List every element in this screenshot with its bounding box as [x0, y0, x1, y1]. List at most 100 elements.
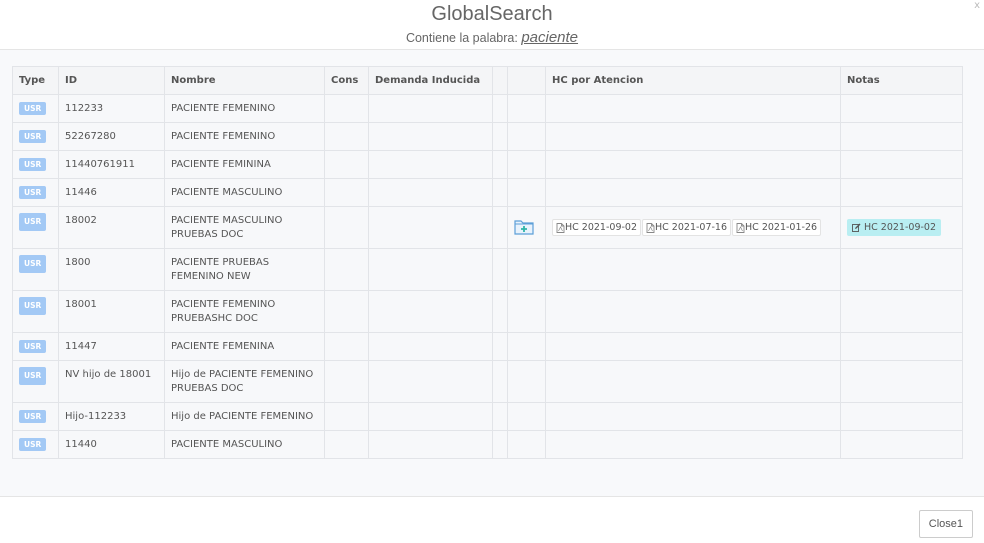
hc-cell [545, 360, 841, 403]
blank-cell [492, 290, 508, 333]
type-cell: USR [12, 290, 59, 333]
action-cell [507, 206, 546, 249]
column-header [507, 66, 546, 95]
patient-name: FEMENINO NEW [171, 271, 251, 282]
type-cell: USR [12, 178, 59, 207]
id-cell: 112233 [58, 94, 165, 123]
table-row[interactable]: USR 1800 PACIENTE PRUEBAS FEMENINO NEW [12, 248, 963, 291]
table-row[interactable]: USR 112233 PACIENTE FEMENINO [12, 94, 963, 123]
notas-cell: HC 2021-09-02 [840, 206, 963, 249]
patient-name: PACIENTE FEMENINO [171, 103, 276, 114]
type-badge: USR [19, 297, 47, 315]
table-row[interactable]: USR 11440 PACIENTE MASCULINO [12, 430, 963, 459]
nombre-cell: PACIENTE MASCULINO [164, 430, 325, 459]
patient-name: PACIENTE FEMININA [171, 159, 271, 170]
cons-cell [324, 290, 369, 333]
id-cell: 11440 [58, 430, 165, 459]
nombre-cell: PACIENTE PRUEBAS FEMENINO NEW [164, 248, 325, 291]
demanda-cell [368, 94, 493, 123]
type-cell: USR [12, 402, 59, 431]
table-row[interactable]: USR 11447 PACIENTE FEMENINA [12, 332, 963, 361]
blank-cell [492, 402, 508, 431]
patient-name: PACIENTE FEMENINO [171, 299, 276, 310]
type-badge: USR [19, 410, 47, 423]
notas-cell [840, 94, 963, 123]
blank-cell [492, 122, 508, 151]
action-cell [507, 94, 546, 123]
column-header: Nombre [164, 66, 325, 95]
table-row[interactable]: USR 18001 PACIENTE FEMENINO PRUEBASHC DOC [12, 290, 963, 333]
demanda-cell [368, 290, 493, 333]
blank-cell [492, 248, 508, 291]
hc-cell [545, 150, 841, 179]
column-header: Type [12, 66, 59, 95]
patient-name: PACIENTE MASCULINO [171, 187, 283, 198]
type-cell: USR [12, 122, 59, 151]
action-cell [507, 178, 546, 207]
hc-link[interactable]: HC 2021-07-16 [642, 219, 732, 236]
hc-cell [545, 332, 841, 361]
cons-cell [324, 178, 369, 207]
patient-name: PRUEBAS DOC [171, 229, 244, 240]
table-row[interactable]: USR 11440761911 PACIENTE FEMININA [12, 150, 963, 179]
cons-cell [324, 206, 369, 249]
action-cell [507, 430, 546, 459]
patient-name: PRUEBASHC DOC [171, 313, 258, 324]
type-cell: USR [12, 360, 59, 403]
nota-badge[interactable]: HC 2021-09-02 [847, 219, 942, 236]
modal-title: GlobalSearch [431, 3, 553, 25]
file-pdf-icon [556, 222, 565, 233]
file-pdf-icon [736, 222, 745, 233]
column-header: ID [58, 66, 165, 95]
id-cell: 11440761911 [58, 150, 165, 179]
table-row[interactable]: USR NV hijo de 18001 Hijo de PACIENTE FE… [12, 360, 963, 403]
demanda-cell [368, 360, 493, 403]
id-cell: 52267280 [58, 122, 165, 151]
demanda-cell [368, 248, 493, 291]
subtitle-prefix: Contiene la palabra: [405, 31, 522, 45]
close-icon[interactable]: x [974, 0, 980, 11]
demanda-cell [368, 430, 493, 459]
cons-cell [324, 94, 369, 123]
modal-footer: Close1 [0, 496, 984, 543]
type-badge: USR [19, 255, 47, 273]
column-header: Demanda Inducida [368, 66, 493, 95]
nombre-cell: PACIENTE FEMENINO [164, 122, 325, 151]
file-pdf-icon [646, 222, 655, 233]
nombre-cell: Hijo de PACIENTE FEMENINO [164, 402, 325, 431]
id-cell: 1800 [58, 248, 165, 291]
nombre-cell: PACIENTE FEMININA [164, 150, 325, 179]
modal-header: GlobalSearch Contiene la palabra: pacien… [0, 0, 984, 50]
type-badge: USR [19, 186, 47, 199]
nota-date: HC 2021-09-02 [864, 222, 937, 233]
cons-cell [324, 402, 369, 431]
cons-cell [324, 150, 369, 179]
hc-link[interactable]: HC 2021-09-02 [552, 219, 642, 236]
table-row[interactable]: USR 52267280 PACIENTE FEMENINO [12, 122, 963, 151]
table-row[interactable]: USR 11446 PACIENTE MASCULINO [12, 178, 963, 207]
hc-cell: HC 2021-09-02 HC 2021-07-16 HC 2021-01-26 [545, 206, 841, 249]
hc-date: HC 2021-07-16 [655, 222, 728, 233]
id-cell: NV hijo de 18001 [58, 360, 165, 403]
folder-plus-icon[interactable] [514, 218, 534, 238]
patient-name: PACIENTE MASCULINO [171, 439, 283, 450]
demanda-cell [368, 402, 493, 431]
patient-name: PRUEBAS DOC [171, 383, 244, 394]
demanda-cell [368, 150, 493, 179]
nombre-cell: PACIENTE MASCULINO PRUEBAS DOC [164, 206, 325, 249]
hc-link[interactable]: HC 2021-01-26 [732, 219, 822, 236]
hc-date: HC 2021-09-02 [565, 222, 638, 233]
type-cell: USR [12, 94, 59, 123]
patient-name: PACIENTE FEMENINO [171, 131, 276, 142]
table-row[interactable]: USR 18002 PACIENTE MASCULINO PRUEBAS DOC … [12, 206, 963, 249]
close-button[interactable]: Close1 [918, 510, 973, 538]
search-term: paciente [521, 29, 579, 46]
table-row[interactable]: USR Hijo-112233 Hijo de PACIENTE FEMENIN… [12, 402, 963, 431]
nombre-cell: PACIENTE FEMENINO PRUEBASHC DOC [164, 290, 325, 333]
patient-name: Hijo de PACIENTE FEMENINO [171, 369, 314, 380]
column-header: Cons [324, 66, 369, 95]
blank-cell [492, 206, 508, 249]
hc-cell [545, 122, 841, 151]
demanda-cell [368, 332, 493, 361]
demanda-cell [368, 206, 493, 249]
